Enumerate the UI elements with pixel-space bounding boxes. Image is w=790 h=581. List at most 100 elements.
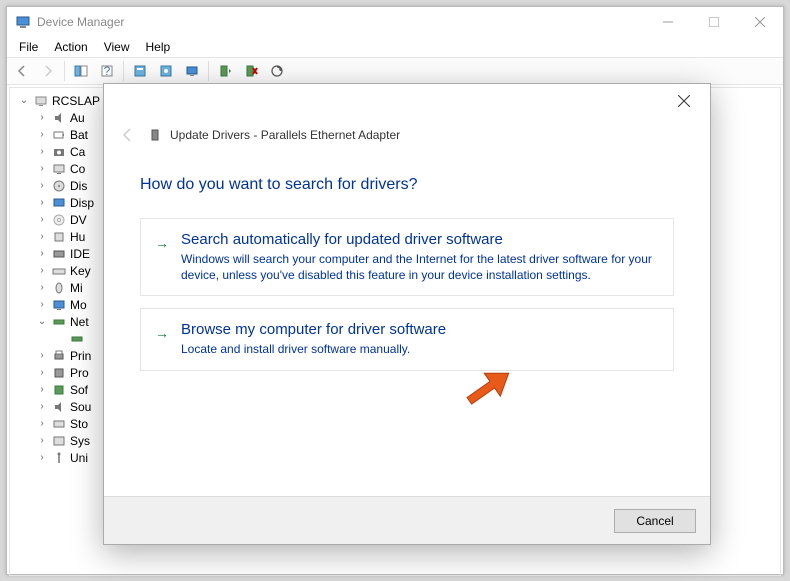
audio-icon bbox=[51, 110, 67, 126]
toolbar-forward-icon[interactable] bbox=[36, 59, 60, 83]
tree-item-label: Sou bbox=[70, 400, 91, 414]
expander-icon[interactable]: › bbox=[36, 384, 48, 395]
expander-icon[interactable]: › bbox=[36, 367, 48, 378]
toolbar-properties-icon[interactable] bbox=[128, 59, 152, 83]
arrow-right-icon: → bbox=[155, 235, 169, 251]
computer-icon bbox=[51, 161, 67, 177]
tree-item-label: Hu bbox=[70, 230, 85, 244]
processor-icon bbox=[51, 365, 67, 381]
expander-icon[interactable]: ⌄ bbox=[36, 316, 48, 327]
ide-icon bbox=[51, 246, 67, 262]
dialog-title: Update Drivers - Parallels Ethernet Adap… bbox=[170, 128, 400, 142]
svg-text:?: ? bbox=[104, 64, 111, 78]
dialog-question: How do you want to search for drivers? bbox=[140, 176, 674, 194]
dialog-titlebar bbox=[104, 84, 710, 118]
dialog-close-button[interactable] bbox=[662, 86, 706, 116]
expander-icon[interactable]: › bbox=[36, 129, 48, 140]
tree-item-label: Uni bbox=[70, 451, 88, 465]
expander-icon[interactable]: › bbox=[36, 401, 48, 412]
tree-item-label: Prin bbox=[70, 349, 91, 363]
expander-icon[interactable]: › bbox=[36, 350, 48, 361]
expander-icon[interactable]: › bbox=[36, 282, 48, 293]
tree-item-label: Sys bbox=[70, 434, 90, 448]
dvd-icon bbox=[51, 212, 67, 228]
monitor-icon bbox=[51, 297, 67, 313]
tree-item-label: Net bbox=[70, 315, 89, 329]
software-icon bbox=[51, 382, 67, 398]
close-button[interactable] bbox=[737, 7, 783, 37]
toolbar-monitor-icon[interactable] bbox=[180, 59, 204, 83]
expander-icon[interactable]: › bbox=[36, 163, 48, 174]
tree-item-label: Dis bbox=[70, 179, 87, 193]
tree-item-label: Disp bbox=[70, 196, 94, 210]
window-title: Device Manager bbox=[37, 15, 645, 29]
tree-item-label: Bat bbox=[70, 128, 88, 142]
toolbar-show-hide-icon[interactable] bbox=[69, 59, 93, 83]
dialog-body: How do you want to search for drivers? →… bbox=[104, 152, 710, 496]
expander-icon[interactable]: › bbox=[36, 197, 48, 208]
tree-item-label: Pro bbox=[70, 366, 89, 380]
hid-icon bbox=[51, 229, 67, 245]
toolbar-back-icon[interactable] bbox=[10, 59, 34, 83]
tree-item-label: Co bbox=[70, 162, 85, 176]
minimize-button[interactable] bbox=[645, 7, 691, 37]
expander-icon[interactable]: › bbox=[36, 214, 48, 225]
expander-icon[interactable]: › bbox=[36, 248, 48, 259]
titlebar: Device Manager bbox=[7, 7, 783, 37]
disk-icon bbox=[51, 178, 67, 194]
dialog-footer: Cancel bbox=[104, 496, 710, 544]
toolbar-help-icon[interactable]: ? bbox=[95, 59, 119, 83]
toolbar-install-icon[interactable] bbox=[213, 59, 237, 83]
expander-icon[interactable]: ⌄ bbox=[18, 95, 30, 106]
option-search-automatically[interactable]: → Search automatically for updated drive… bbox=[140, 218, 674, 296]
print-icon bbox=[51, 348, 67, 364]
dialog-header: Update Drivers - Parallels Ethernet Adap… bbox=[104, 118, 710, 152]
tree-item-label: Mo bbox=[70, 298, 87, 312]
display-icon bbox=[51, 195, 67, 211]
dialog-device-icon bbox=[148, 127, 164, 143]
system-icon bbox=[51, 433, 67, 449]
tree-item-label: IDE bbox=[70, 247, 90, 261]
option1-desc: Windows will search your computer and th… bbox=[181, 251, 657, 283]
expander-icon[interactable]: › bbox=[36, 299, 48, 310]
toolbar-scan-icon[interactable] bbox=[265, 59, 289, 83]
back-arrow-icon[interactable] bbox=[116, 123, 140, 147]
menu-file[interactable]: File bbox=[11, 38, 46, 56]
menu-action[interactable]: Action bbox=[46, 38, 95, 56]
camera-icon bbox=[51, 144, 67, 160]
keyboard-icon bbox=[51, 263, 67, 279]
toolbar: ? bbox=[7, 57, 783, 85]
maximize-button[interactable] bbox=[691, 7, 737, 37]
tree-item-label: Ca bbox=[70, 145, 85, 159]
expander-icon[interactable]: › bbox=[36, 418, 48, 429]
tree-item-label: Au bbox=[70, 111, 85, 125]
tree-item-label: Sto bbox=[70, 417, 88, 431]
network-adapter-icon bbox=[69, 331, 85, 347]
usb-icon bbox=[51, 450, 67, 466]
expander-icon[interactable]: › bbox=[36, 435, 48, 446]
expander-icon[interactable]: › bbox=[36, 452, 48, 463]
tree-root-label: RCSLAP bbox=[52, 94, 100, 108]
expander-icon[interactable]: › bbox=[36, 231, 48, 242]
sound-icon bbox=[51, 399, 67, 415]
arrow-right-icon: → bbox=[155, 325, 169, 341]
update-drivers-dialog: Update Drivers - Parallels Ethernet Adap… bbox=[103, 83, 711, 545]
expander-icon[interactable]: › bbox=[36, 146, 48, 157]
tree-item-label: Sof bbox=[70, 383, 88, 397]
cancel-button[interactable]: Cancel bbox=[614, 509, 696, 533]
computer-icon bbox=[33, 93, 49, 109]
option2-desc: Locate and install driver software manua… bbox=[181, 341, 657, 357]
expander-icon[interactable]: › bbox=[36, 265, 48, 276]
tree-item-label: Key bbox=[70, 264, 91, 278]
menu-view[interactable]: View bbox=[96, 38, 138, 56]
menu-help[interactable]: Help bbox=[138, 38, 179, 56]
toolbar-uninstall-icon[interactable] bbox=[239, 59, 263, 83]
option-browse-computer[interactable]: → Browse my computer for driver software… bbox=[140, 308, 674, 370]
mouse-icon bbox=[51, 280, 67, 296]
expander-icon[interactable]: › bbox=[36, 112, 48, 123]
toolbar-update-icon[interactable] bbox=[154, 59, 178, 83]
option2-title: Browse my computer for driver software bbox=[181, 321, 657, 338]
expander-icon[interactable]: › bbox=[36, 180, 48, 191]
tree-item-label: Mi bbox=[70, 281, 83, 295]
option1-title: Search automatically for updated driver … bbox=[181, 231, 657, 248]
